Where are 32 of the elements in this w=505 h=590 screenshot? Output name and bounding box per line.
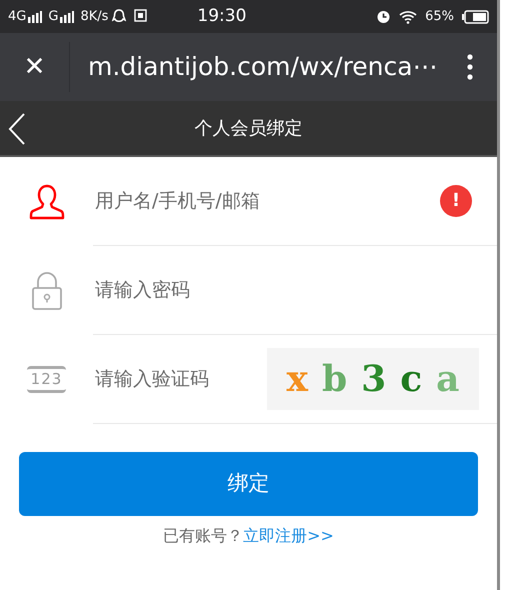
url-text: m.diantijob.com/wx/renca⋯ [87,51,438,84]
network-label: G [48,8,58,26]
input-field[interactable]: 请输入密码 [93,246,497,334]
status-time: 19:30 [197,4,246,28]
captcha-char: 3 [361,357,386,402]
lock-icon [30,272,62,310]
account-prompt: 已有账号？ [163,526,244,545]
close-button[interactable]: ✕ [0,42,70,92]
alarm-icon [376,9,392,24]
chat-icon [112,9,126,24]
captcha-image[interactable]: x b 3 c a [267,348,479,410]
captcha-char: x [286,357,308,402]
captcha-char: b [322,357,348,402]
submit-button[interactable]: 绑定 [19,452,478,516]
sim-icon [134,9,148,22]
speed-text: 8K/s [80,8,108,26]
signal-icon [60,10,74,22]
signal-icon [28,10,42,22]
input-field[interactable]: 用户名/手机号/邮箱 [93,157,440,245]
battery-percent: 65% [425,8,454,26]
menu-icon[interactable] [467,54,473,80]
captcha-char: a [436,357,460,402]
back-icon[interactable] [8,113,26,145]
page-title: 个人会员绑定 [194,116,302,140]
captcha-char: c [400,357,422,402]
user-icon [28,184,64,220]
network-label: 4G [8,8,26,26]
register-link[interactable]: 立即注册>> [243,526,334,545]
error-badge: ! [440,185,472,217]
wifi-icon [399,10,418,24]
input-field[interactable]: 请输入验证码 [93,335,267,423]
battery-icon [462,10,489,24]
